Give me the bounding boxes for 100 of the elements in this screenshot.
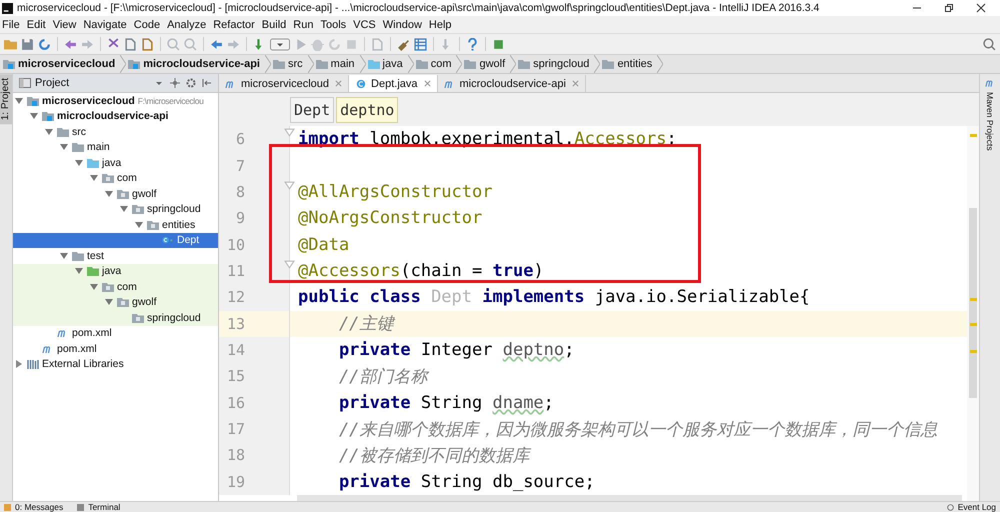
warning-marker[interactable] (970, 323, 977, 326)
settings-icon[interactable] (186, 78, 196, 88)
structure-icon[interactable] (414, 38, 427, 50)
code-line: @Data (297, 234, 350, 255)
menu-item[interactable]: Tools (320, 18, 346, 30)
menu-item[interactable]: Edit (26, 18, 46, 30)
breadcrumb-item[interactable]: src (273, 55, 314, 73)
warning-marker[interactable] (970, 298, 977, 301)
tree-item[interactable]: main (13, 140, 218, 155)
tree-item[interactable]: src (13, 124, 218, 140)
tree-item[interactable]: gwolf (13, 294, 218, 310)
chevron-icon (456, 55, 462, 73)
project-tool-tab[interactable]: 1: Project (0, 74, 12, 124)
expand-arrow-icon[interactable] (120, 205, 128, 214)
warning-marker[interactable] (970, 134, 977, 137)
back-icon[interactable] (210, 38, 223, 50)
breadcrumb-item[interactable]: microservicecloud (3, 55, 126, 73)
tree-item[interactable]: java (13, 155, 218, 170)
expand-arrow-icon[interactable] (60, 143, 68, 152)
tree-item[interactable]: microservicecloud F:\microserviceclou (13, 93, 218, 108)
panel-title[interactable]: Project (19, 77, 70, 89)
breadcrumb-item[interactable]: main (316, 55, 366, 73)
breadcrumb-item[interactable]: java (368, 55, 414, 73)
menu-item[interactable]: Run (293, 18, 314, 30)
dropdown-icon[interactable] (270, 38, 290, 50)
plugin-icon[interactable] (492, 38, 505, 50)
tree-item[interactable]: entities (13, 217, 218, 232)
tree-item[interactable]: Dept (13, 232, 218, 248)
warning-marker[interactable] (970, 350, 977, 353)
expand-arrow-icon[interactable] (90, 282, 98, 291)
code-breadcrumb[interactable]: deptno (336, 96, 398, 122)
target-icon[interactable] (170, 78, 180, 88)
menu-item[interactable]: Analyze (167, 18, 206, 30)
tree-item[interactable]: com (13, 170, 218, 186)
settings-icon[interactable] (397, 38, 410, 50)
expand-arrow-icon[interactable] (135, 220, 143, 229)
tree-item[interactable]: java (13, 264, 218, 279)
expand-arrow-icon[interactable] (90, 174, 98, 182)
tool-window-button[interactable]: Terminal (77, 502, 120, 512)
scrollbar-thumb[interactable] (969, 208, 977, 398)
tree-item[interactable]: microcloudservice-api (13, 108, 218, 124)
help-icon[interactable] (466, 38, 479, 50)
menu-item[interactable]: View (52, 18, 76, 30)
copy-icon[interactable] (124, 38, 137, 50)
chevron-icon (308, 55, 314, 73)
event-log-button[interactable]: Event Log (946, 502, 996, 512)
code-line: private String db_source; (338, 472, 595, 492)
open-folder-icon[interactable] (4, 38, 17, 50)
code-breadcrumb[interactable]: Dept (290, 96, 334, 122)
tree-item[interactable]: test (13, 248, 218, 264)
tree-item[interactable]: springcloud (13, 310, 218, 326)
menu-item[interactable]: Window (382, 18, 422, 30)
undo-icon[interactable] (64, 38, 77, 50)
tree-item[interactable]: com (13, 279, 218, 294)
tree-item[interactable]: springcloud (13, 202, 218, 217)
menu-item[interactable]: File (2, 18, 20, 30)
package-icon (102, 282, 114, 292)
tool-window-button[interactable]: 0: Messages (4, 502, 64, 512)
menu-item[interactable]: Help (428, 18, 452, 30)
expand-arrow-icon[interactable] (75, 158, 83, 167)
sync-icon[interactable] (38, 38, 51, 50)
hide-panel-icon[interactable] (202, 78, 212, 88)
breadcrumb-item[interactable]: com (416, 55, 462, 73)
maven-icon[interactable] (984, 78, 996, 88)
close-icon[interactable] (976, 3, 986, 13)
tree-item[interactable]: pom.xml (13, 341, 218, 356)
menu-item[interactable]: Refactor (213, 18, 255, 30)
code-line: @NoArgsConstructor (297, 208, 482, 228)
folder-icon (518, 59, 530, 69)
expand-arrow-icon[interactable] (60, 252, 68, 260)
save-icon[interactable] (21, 38, 34, 50)
fold-icon[interactable] (284, 127, 295, 138)
cut-icon[interactable] (107, 38, 120, 50)
maven-tool-tab[interactable]: Maven Projects (985, 92, 995, 151)
maximize-icon[interactable] (944, 3, 954, 13)
menu-item[interactable]: Code (134, 18, 160, 30)
editor-tab[interactable]: Dept.java (349, 75, 438, 92)
expand-arrow-icon[interactable] (105, 298, 113, 306)
expand-arrow-icon[interactable] (105, 190, 113, 198)
expand-arrow-icon[interactable] (45, 128, 53, 136)
breadcrumb-item[interactable]: microcloudservice-api (128, 55, 271, 73)
scrollbar-thumb[interactable] (297, 495, 962, 502)
tree-item[interactable]: External Libraries (13, 356, 218, 372)
tree-item[interactable]: pom.xml (13, 326, 218, 341)
menu-item[interactable]: Navigate (83, 18, 127, 30)
breadcrumb-item[interactable]: gwolf (464, 55, 516, 73)
breadcrumb-item[interactable]: entities (602, 55, 664, 73)
expand-arrow-icon[interactable] (75, 267, 83, 276)
search-icon[interactable] (983, 38, 996, 50)
menu-item[interactable]: Build (262, 18, 286, 30)
expand-arrow-icon[interactable] (15, 96, 23, 105)
fold-icon[interactable] (284, 258, 295, 270)
menu-item[interactable]: VCS (353, 18, 376, 30)
tree-item[interactable]: gwolf (13, 186, 218, 202)
paste-icon[interactable] (141, 38, 154, 50)
editor-tab[interactable]: microcloudservice-api (438, 75, 586, 92)
expand-arrow-icon[interactable] (15, 360, 23, 368)
expand-arrow-icon[interactable] (30, 112, 38, 120)
fold-icon[interactable] (284, 180, 295, 191)
breadcrumb-item[interactable]: springcloud (518, 55, 600, 73)
